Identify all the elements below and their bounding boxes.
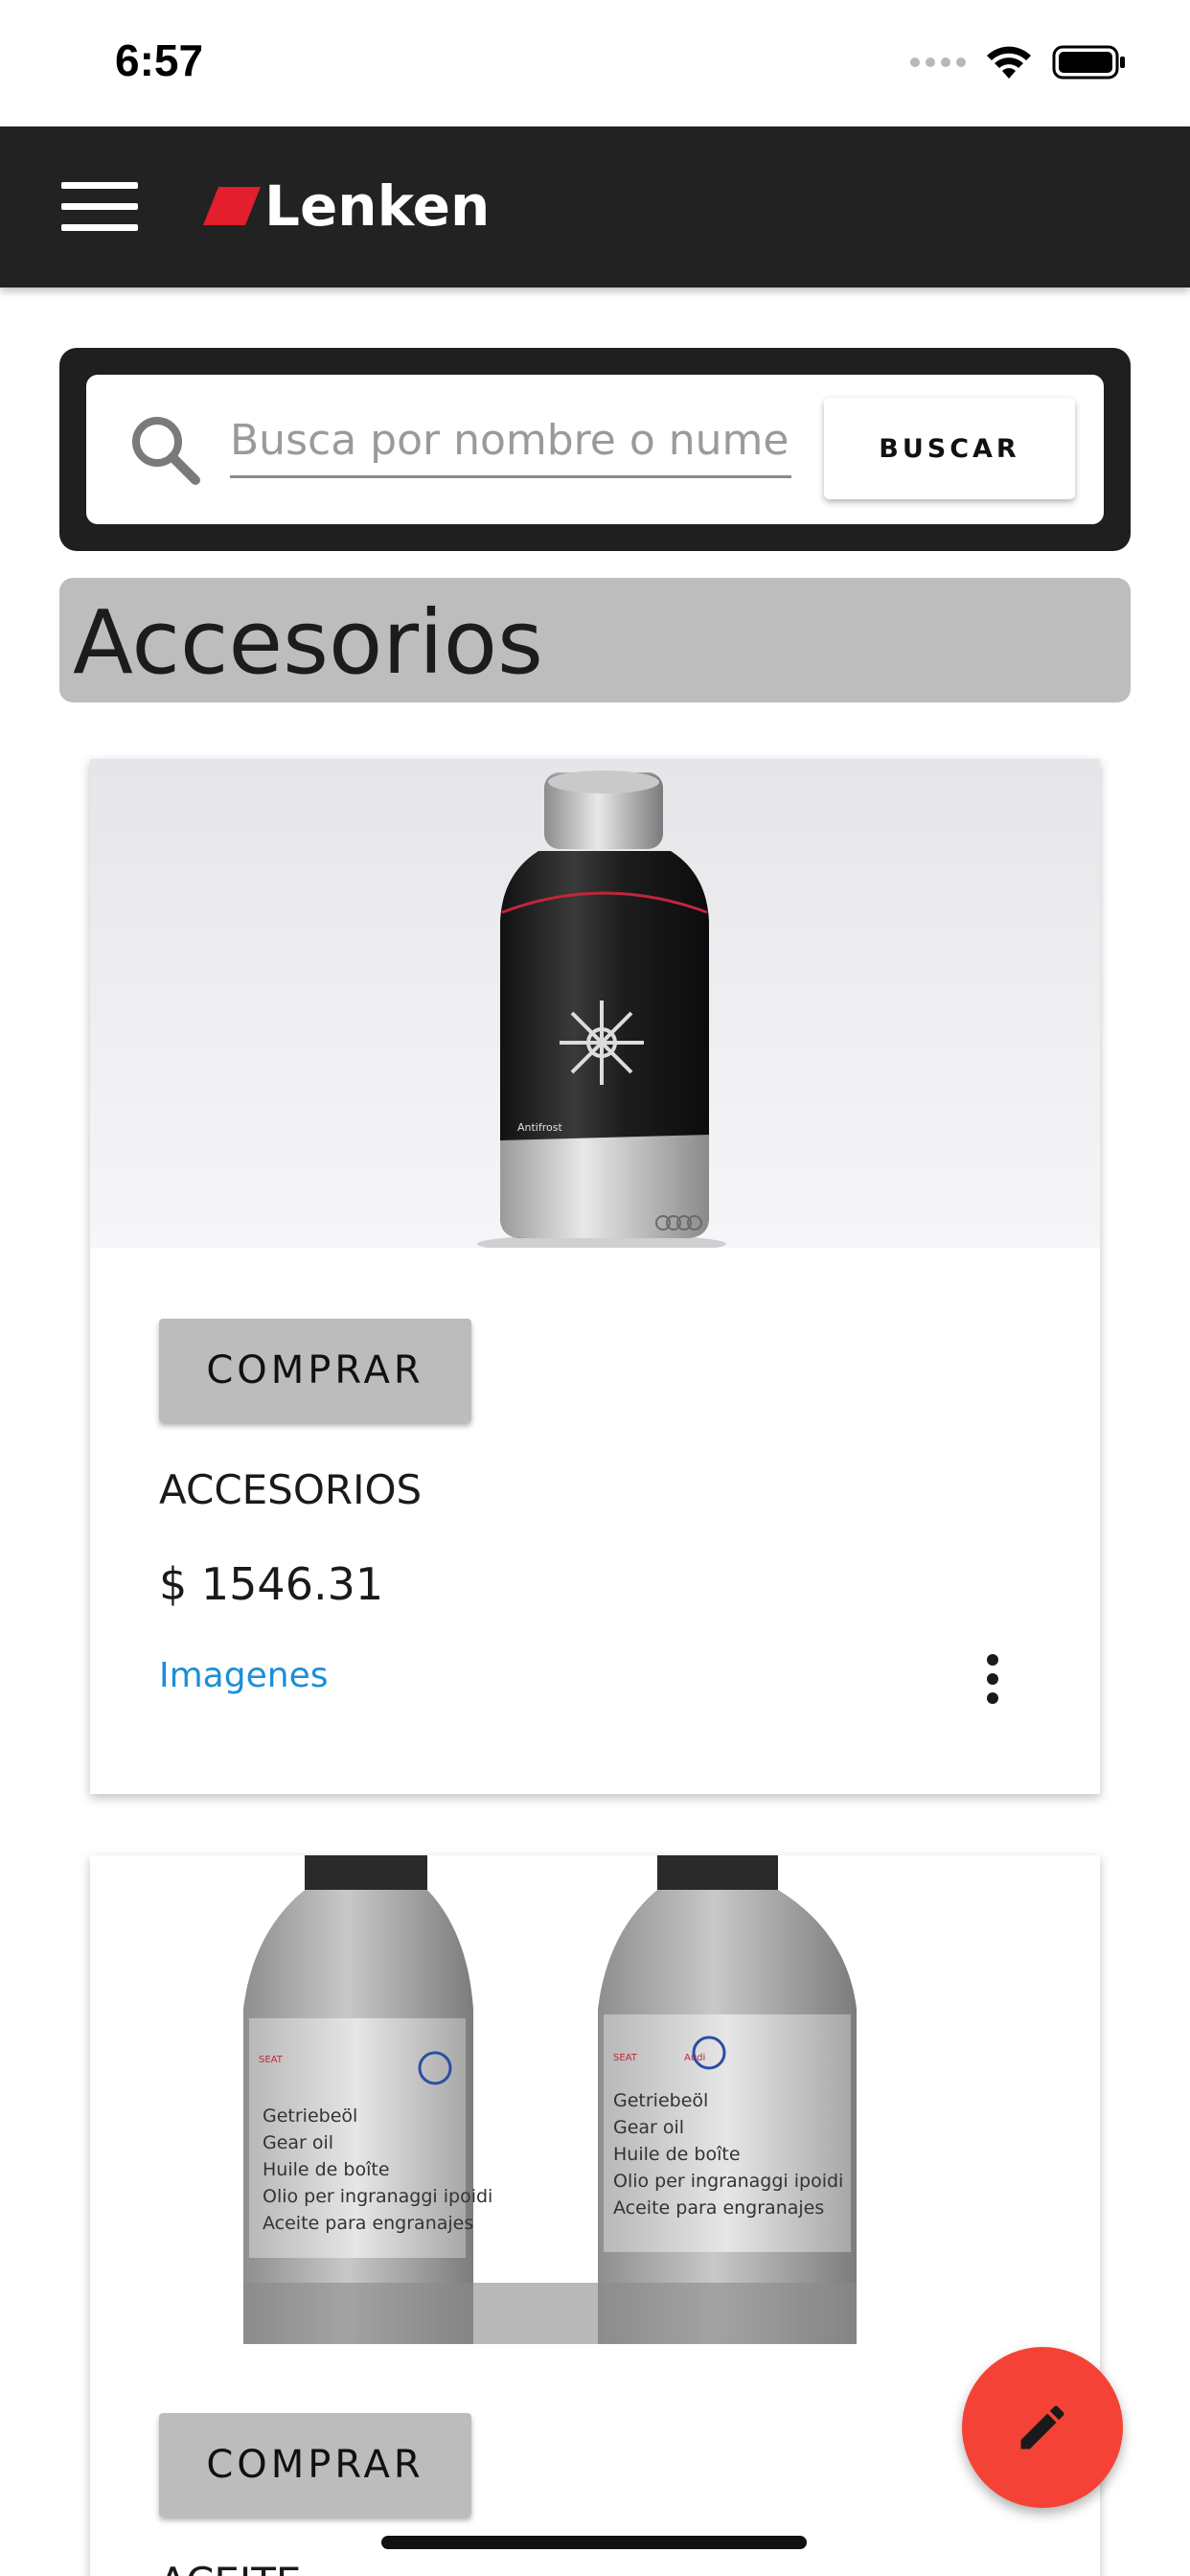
edit-icon (1020, 2405, 1064, 2450)
cellular-signal-icon (910, 58, 966, 67)
product-name: ACCESORIOS (159, 1466, 423, 1513)
buy-button[interactable]: COMPRAR (159, 1319, 471, 1422)
svg-text:Olio per ingranaggi ipoidi: Olio per ingranaggi ipoidi (263, 2186, 492, 2207)
svg-text:Olio per ingranaggi ipoidi: Olio per ingranaggi ipoidi (613, 2171, 843, 2192)
menu-icon[interactable] (61, 178, 140, 236)
svg-text:Aceite para engranajes: Aceite para engranajes (613, 2197, 824, 2219)
section-title: Accesorios (73, 591, 543, 694)
logo: Lenken (203, 172, 490, 240)
logo-mark-icon (203, 187, 261, 225)
product-price: $ 1546.31 (159, 1558, 384, 1610)
home-indicator (381, 2536, 807, 2549)
search-icon (132, 417, 200, 485)
svg-text:Gear oil: Gear oil (613, 2117, 684, 2138)
status-time: 6:57 (115, 35, 204, 85)
more-vert-icon[interactable] (977, 1650, 1008, 1708)
buy-button[interactable]: COMPRAR (159, 2413, 471, 2517)
logo-text: Lenken (264, 173, 491, 239)
search-bar: BUSCAR (59, 348, 1131, 551)
svg-text:Gear oil: Gear oil (263, 2132, 333, 2153)
product-name: ACEITE (159, 2559, 301, 2576)
product-image[interactable]: Antifrost (90, 759, 1100, 1248)
svg-text:Huile de boîte: Huile de boîte (613, 2144, 741, 2165)
images-link[interactable]: Imagenes (159, 1656, 328, 1695)
product-card: SEAT Getriebeöl Gear oil Huile de boîte … (90, 1855, 1100, 2576)
product-card: Antifrost COMPRAR ACCESORIOS $ 1546.31 I… (90, 759, 1100, 1794)
search-input[interactable] (230, 405, 791, 478)
edit-fab-button[interactable] (962, 2347, 1123, 2508)
battery-icon (1052, 45, 1125, 80)
product-image[interactable]: SEAT Getriebeöl Gear oil Huile de boîte … (90, 1855, 1100, 2344)
search-button[interactable]: BUSCAR (824, 398, 1075, 499)
section-heading: Accesorios (59, 578, 1131, 702)
svg-text:Aceite para engranajes: Aceite para engranajes (263, 2213, 473, 2234)
svg-text:SEAT: SEAT (259, 2055, 284, 2065)
svg-text:SEAT: SEAT (613, 2053, 638, 2063)
wifi-icon (987, 46, 1031, 79)
svg-text:Antifrost: Antifrost (517, 1121, 562, 1134)
svg-text:Getriebeöl: Getriebeöl (613, 2090, 708, 2111)
app-bar: Lenken (0, 126, 1190, 288)
search-box: BUSCAR (86, 375, 1104, 524)
svg-text:Getriebeöl: Getriebeöl (263, 2105, 357, 2127)
svg-text:Huile de boîte: Huile de boîte (263, 2159, 390, 2180)
status-icons (910, 44, 1127, 80)
status-bar: 6:57 (0, 0, 1190, 126)
